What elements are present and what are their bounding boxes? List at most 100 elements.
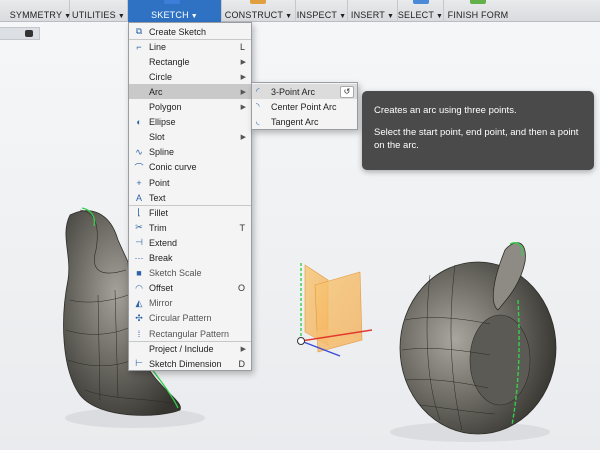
tangent-arc-icon: ◟ xyxy=(256,116,260,126)
top-toolbar: SYMMETRY ▼ UTILITIES ▼ SKETCH ▼ CONSTRUCT ▼ … xyxy=(0,0,600,22)
menu-item-text[interactable]: A Text xyxy=(129,190,251,205)
break-icon: ⋯ xyxy=(134,252,144,263)
create-sketch-icon: ⧉ xyxy=(135,26,143,36)
circular-pattern-icon: ✣ xyxy=(135,312,143,323)
menu-item-arc[interactable]: Arc ▶ xyxy=(129,84,251,100)
menu-item-sketch-dimension[interactable]: ⊢ Sketch Dimension D xyxy=(129,356,251,371)
menu-item-spacer xyxy=(133,343,145,355)
menu-item-rectangular-pattern[interactable]: ⁞ Rectangular Pattern xyxy=(129,326,251,341)
3-point-arc-icon: ◜ xyxy=(256,86,260,96)
trim-icon: ✂ xyxy=(135,222,143,233)
menu-item-center-point-arc[interactable]: ◝ Center Point Arc xyxy=(252,99,357,114)
chevron-right-icon: ▶ xyxy=(240,73,246,81)
menu-item-extend[interactable]: ⊣ Extend xyxy=(129,235,251,250)
menu-item-tangent-arc[interactable]: ◟ Tangent Arc xyxy=(252,114,357,129)
menu-item-sketch-scale[interactable]: ■ Sketch Scale xyxy=(129,266,251,281)
menu-item-line[interactable]: ⌐ Line L xyxy=(129,39,251,54)
chevron-down-icon: ▼ xyxy=(190,13,198,20)
menu-item-circular-pattern[interactable]: ✣ Circular Pattern xyxy=(129,311,251,326)
toolbar-select[interactable]: SELECT ▼ xyxy=(398,0,444,22)
menu-item-shortcut: O xyxy=(237,283,245,294)
tooltip-title: Creates an arc using three points. xyxy=(374,105,517,116)
menu-item-label: Sketch Dimension xyxy=(149,358,222,369)
line-icon: ⌐ xyxy=(136,41,142,52)
menu-item-label: Ellipse xyxy=(149,117,176,128)
menu-item-break[interactable]: ⋯ Break xyxy=(129,251,251,266)
collapse-icon[interactable] xyxy=(25,30,33,37)
chevron-right-icon: ▶ xyxy=(240,104,246,111)
menu-item-shortcut: L xyxy=(239,41,245,52)
browser-panel-tab[interactable] xyxy=(0,27,40,40)
point-icon: + xyxy=(136,177,142,188)
chevron-down-icon: ▼ xyxy=(339,13,347,20)
menu-item-shortcut: T xyxy=(239,222,246,233)
chevron-down-icon: ▼ xyxy=(117,13,125,20)
menu-item-3-point-arc[interactable]: ◜ 3-Point Arc ↺ xyxy=(252,84,357,99)
menu-item-spacer xyxy=(133,86,145,98)
menu-item-label: Mirror xyxy=(149,298,173,309)
chevron-down-icon: ▼ xyxy=(285,13,293,20)
chevron-right-icon: ▶ xyxy=(240,134,246,142)
menu-item-label: Trim xyxy=(149,222,167,233)
right-3d-body[interactable] xyxy=(399,242,557,435)
toolbar-insert[interactable]: INSERT ▼ xyxy=(348,0,398,22)
menu-item-label: Point xyxy=(149,177,170,188)
menu-item-label: Sketch Scale xyxy=(149,268,202,279)
menu-item-slot[interactable]: Slot ▶ xyxy=(129,130,251,145)
mirror-icon: ◭ xyxy=(135,297,143,308)
menu-item-point[interactable]: + Point xyxy=(129,175,251,190)
extend-icon: ⊣ xyxy=(135,237,143,248)
ellipse-icon: ◐ xyxy=(136,117,142,128)
menu-item-offset[interactable]: ◠ Offset O xyxy=(129,281,251,296)
menu-item-label: Fillet xyxy=(149,207,169,218)
fillet-icon: ⌊ xyxy=(137,207,141,218)
menu-item-rectangle[interactable]: Rectangle ▶ xyxy=(129,54,251,69)
toolbar-utilities[interactable]: UTILITIES ▼ xyxy=(70,0,128,22)
menu-item-polygon[interactable]: Polygon ▶ xyxy=(129,100,251,115)
menu-item-fillet[interactable]: ⌊ Fillet xyxy=(129,205,251,220)
menu-item-create-sketch[interactable]: ⧉ Create Sketch xyxy=(129,24,251,39)
menu-item-conic-curve[interactable]: ⌒ Conic curve xyxy=(129,160,251,175)
menu-item-label: Polygon xyxy=(149,102,182,112)
toolbar-construct[interactable]: CONSTRUCT ▼ xyxy=(222,0,296,22)
text-icon: A xyxy=(135,192,142,203)
conic-curve-icon: ⌒ xyxy=(134,162,144,173)
sketch-scale-icon: ■ xyxy=(136,268,142,279)
toolbar-inspect[interactable]: INSPECT ▼ xyxy=(296,0,348,22)
menu-item-project-include[interactable]: Project / Include ▶ xyxy=(129,341,251,356)
chevron-down-icon: ▼ xyxy=(386,13,395,20)
menu-item-spline[interactable]: ∿ Spline xyxy=(129,145,251,160)
menu-item-label: Line xyxy=(149,41,167,52)
finish-form-icon xyxy=(470,0,486,4)
origin-planes[interactable] xyxy=(297,262,373,357)
toolbar-sketch[interactable]: SKETCH ▼ xyxy=(128,0,222,22)
chevron-down-icon: ▼ xyxy=(436,13,444,20)
chevron-right-icon: ▶ xyxy=(240,345,246,353)
construct-icon xyxy=(250,0,266,4)
menu-item-spacer xyxy=(133,56,145,68)
menu-item-spacer xyxy=(133,101,145,113)
chevron-right-icon: ▶ xyxy=(240,88,246,96)
offset-icon: ◠ xyxy=(135,282,143,293)
menu-item-label: Arc xyxy=(149,86,163,97)
menu-item-label: Offset xyxy=(149,283,173,294)
menu-item-ellipse[interactable]: ◐ Ellipse xyxy=(129,115,251,130)
toolbar-symmetry[interactable]: SYMMETRY ▼ xyxy=(10,0,71,22)
menu-item-trim[interactable]: ✂ Trim T xyxy=(129,220,251,235)
sketch-menu: ⧉ Create Sketch ⌐ Line L Rectangle ▶ Circle ▶ Arc… xyxy=(128,22,252,371)
menu-item-label: Rectangular Pattern xyxy=(149,328,230,339)
menu-item-label: Rectangle xyxy=(149,56,190,67)
menu-item-label: Circle xyxy=(149,71,173,82)
command-tooltip: Creates an arc using three points. Selec… xyxy=(362,91,594,170)
select-icon xyxy=(413,0,429,4)
menu-item-mirror[interactable]: ◭ Mirror xyxy=(129,296,251,311)
menu-item-label: Create Sketch xyxy=(149,26,207,37)
rectangular-pattern-icon: ⁞ xyxy=(137,328,141,339)
toolbar-finish-form[interactable]: FINISH FORM xyxy=(444,0,512,22)
menu-item-circle[interactable]: Circle ▶ xyxy=(129,69,251,84)
menu-item-spacer xyxy=(133,131,145,143)
tooltip-body: Select the start point, end point, and t… xyxy=(374,127,579,151)
viewport-canvas[interactable] xyxy=(0,0,600,450)
menu-item-spacer xyxy=(133,71,145,83)
chevron-right-icon: ▶ xyxy=(240,58,246,66)
